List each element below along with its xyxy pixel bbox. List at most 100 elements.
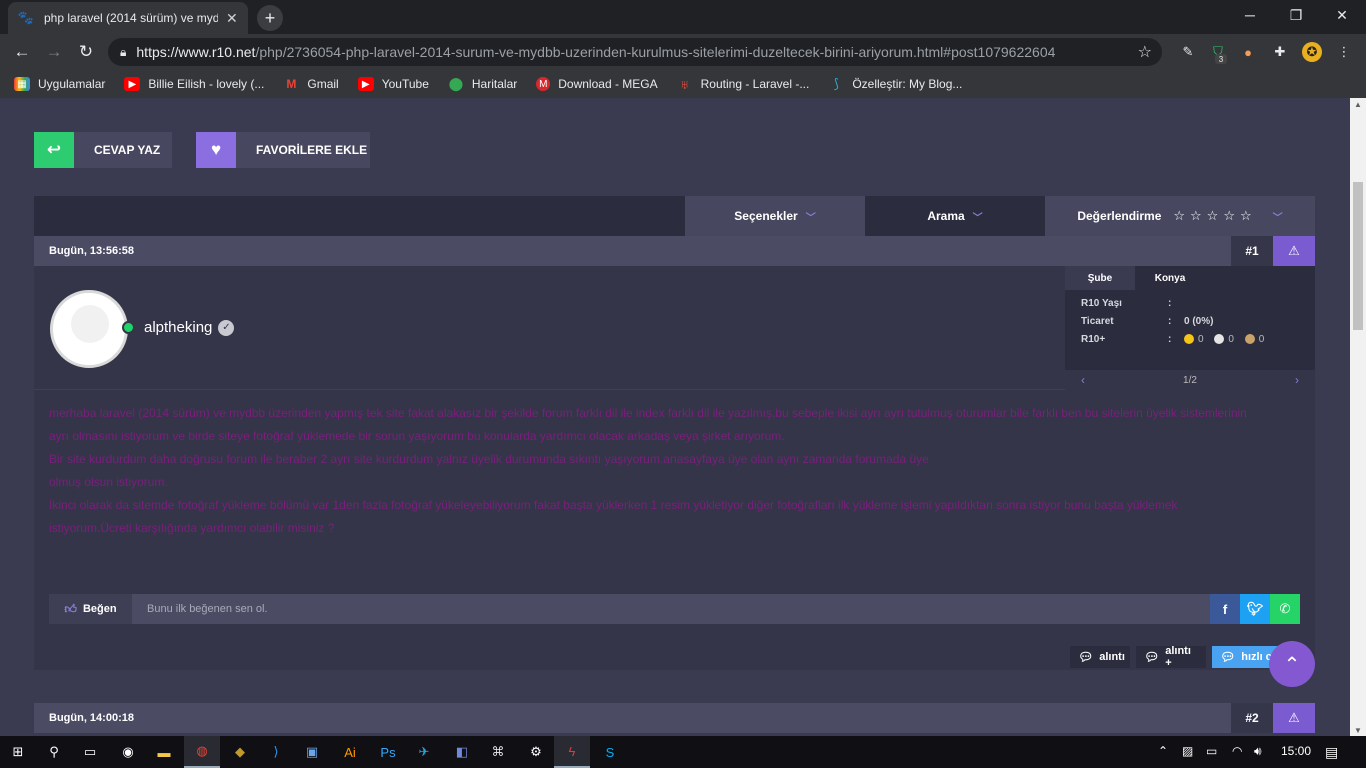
profile-avatar[interactable]: ✪ — [1302, 42, 1322, 62]
chevron-down-icon: ﹀ — [805, 212, 816, 224]
maps-icon: ⬤ — [448, 76, 464, 91]
tab-konya[interactable]: Konya — [1135, 266, 1205, 290]
clock-time[interactable]: 15:00 — [1281, 744, 1311, 758]
chevron-left-icon[interactable]: ‹ — [1081, 373, 1085, 387]
page-scrollbar[interactable]: ▲ ▼ — [1350, 98, 1366, 736]
post-actions-bar: 💬︎ alıntı 💬︎ alıntı + 💬︎ hızlı c — [34, 640, 1315, 672]
skype-icon[interactable]: S — [592, 736, 628, 768]
scroll-thumb[interactable] — [1353, 182, 1363, 330]
avatar[interactable] — [50, 290, 128, 368]
reply-button[interactable]: ↩ CEVAP YAZ — [34, 132, 172, 168]
bookmark-billie[interactable]: ▶ Billie Eilish - lovely (... — [124, 77, 264, 91]
like-button[interactable]: 👍︎ Beğen — [49, 594, 132, 624]
bookmark-apps[interactable]: ▦ Uygulamalar — [14, 77, 105, 91]
scroll-down-arrow-icon[interactable]: ▼ — [1350, 724, 1366, 736]
bookmark-gmail[interactable]: M Gmail — [283, 77, 338, 91]
bookmark-maps[interactable]: ⬤ Haritalar — [448, 76, 518, 91]
eyedropper-extension-icon[interactable]: ✎ — [1178, 42, 1198, 62]
chrome-icon[interactable]: ◍ — [184, 736, 220, 768]
close-window-button[interactable]: ✕ — [1320, 0, 1364, 30]
mega-icon: M — [536, 77, 551, 91]
rating-dropdown[interactable]: Değerlendirme ☆☆☆☆☆ ﹀ — [1045, 196, 1315, 236]
post-number-link[interactable]: #2 — [1231, 703, 1273, 733]
windows-start-icon[interactable]: ⊞ — [0, 736, 36, 768]
tab-close-icon[interactable]: ✕ — [226, 10, 238, 27]
illustrator-icon[interactable]: Ai — [332, 736, 368, 768]
settings-gear-icon[interactable]: ⚙ — [518, 736, 554, 768]
info-key: Ticaret — [1081, 316, 1114, 327]
back-arrow-icon[interactable]: ← — [8, 38, 36, 66]
forward-arrow-icon[interactable]: → — [40, 38, 68, 66]
scroll-up-arrow-icon[interactable]: ▲ — [1350, 98, 1366, 110]
tray-chevron-up-icon[interactable]: ⌃ — [1158, 744, 1168, 758]
gold-dot-icon — [1184, 334, 1194, 345]
bookmark-blog[interactable]: ⟆ Özelleştir: My Blog... — [828, 76, 963, 91]
verified-badge-icon: ✓ — [218, 319, 235, 336]
discord-icon[interactable]: ◧ — [444, 736, 480, 768]
windows-taskbar: ⊞ ⚲ ▭ ◉ ▬ ◍ ◆ ⟩ ▣ Ai Ps ✈ ◧ ⌘ ⚙ ϟ S ⌃ ▨ … — [0, 736, 1366, 768]
reload-icon[interactable]: ↻ — [72, 38, 100, 66]
bookmark-mega[interactable]: M Download - MEGA — [536, 77, 658, 91]
monitor-icon[interactable]: ▣ — [294, 736, 330, 768]
info-pager: ‹ 1/2 › — [1065, 370, 1315, 390]
options-dropdown[interactable]: Seçenekler ﹀ — [685, 196, 865, 236]
like-label: Beğen — [82, 603, 117, 615]
tray-app-icon[interactable]: ▨ — [1182, 744, 1193, 758]
bookmark-label: Billie Eilish - lovely (... — [148, 77, 265, 91]
battery-icon[interactable]: ▭ — [1206, 744, 1217, 758]
photoshop-icon[interactable]: Ps — [370, 736, 406, 768]
wifi-icon[interactable]: ◠ — [1232, 744, 1242, 758]
report-warning-icon[interactable]: ⚠ — [1273, 236, 1315, 266]
browser-tab[interactable]: 🐾 php laravel (2014 sürüm) ve mydb ✕ — [8, 2, 248, 34]
silver-count: 0 — [1228, 334, 1234, 345]
fox-extension-icon[interactable]: ● — [1238, 42, 1258, 62]
menu-dots-icon[interactable]: ⋮ — [1334, 42, 1354, 62]
minimize-button[interactable]: ─ — [1228, 0, 1272, 30]
telegram-icon[interactable]: ✈ — [406, 736, 442, 768]
site-favicon-icon: 🐾 — [17, 10, 35, 25]
twitter-share-icon[interactable]: 🐦︎ — [1240, 594, 1270, 624]
multiquote-button[interactable]: 💬︎ alıntı + — [1136, 645, 1206, 669]
like-bar: 👍︎ Beğen Bunu ilk beğenen sen ol. f 🐦︎ ✆ — [49, 594, 1300, 624]
report-warning-icon[interactable]: ⚠ — [1273, 703, 1315, 733]
puzzle-extensions-icon[interactable]: ✚ — [1270, 42, 1290, 62]
silver-dot-icon — [1214, 334, 1225, 345]
post-number-link[interactable]: #1 — [1231, 236, 1273, 266]
search-dropdown[interactable]: Arama ﹀ — [865, 196, 1045, 236]
bookmark-label: Routing - Laravel -... — [700, 77, 810, 91]
bookmark-youtube[interactable]: ▶ YouTube — [357, 77, 429, 91]
message-line: İkinci olarak da sitemde fotoğraf yüklem… — [49, 498, 1178, 512]
bookmark-laravel[interactable]: ♅ Routing - Laravel -... — [677, 77, 810, 92]
message-line: Bir site kurdurdum daha doğrusu forum il… — [49, 452, 929, 466]
url-host: https://www.r10.net — [136, 44, 256, 60]
chevron-right-icon[interactable]: › — [1295, 373, 1299, 387]
facebook-share-icon[interactable]: f — [1210, 594, 1240, 624]
address-bar[interactable]: 🔒︎ https://www.r10.net/php/2736054-php-l… — [108, 38, 1162, 66]
quote-label: alıntı — [1099, 651, 1125, 663]
maximize-button[interactable]: ❐ — [1274, 0, 1318, 30]
bookmark-star-icon[interactable]: ☆ — [1138, 42, 1152, 62]
message-line: olmuş olsun istiyorum. — [49, 475, 168, 489]
add-favorite-button[interactable]: ♥ FAVORİLERE EKLE — [196, 132, 370, 168]
vscode-icon[interactable]: ⟩ — [258, 736, 294, 768]
thumbs-up-icon: 👍︎ — [64, 601, 77, 616]
info-colon: : — [1168, 316, 1172, 327]
file-explorer-icon[interactable]: ▬ — [146, 736, 182, 768]
steam-icon[interactable]: ◉ — [110, 736, 146, 768]
post-header: Bugün, 14:00:18 #2 ⚠ — [34, 703, 1315, 733]
volume-icon[interactable]: 🔊︎ — [1254, 744, 1262, 759]
flash-app-icon[interactable]: ϟ — [554, 736, 590, 768]
user-info-panel: Şube Konya R10 Yaşı : Ticaret : 0 (0%) R… — [1065, 266, 1315, 390]
whatsapp-share-icon[interactable]: ✆ — [1270, 594, 1300, 624]
notification-icon[interactable]: ▤ — [1325, 744, 1338, 761]
rating-stars[interactable]: ☆☆☆☆☆ — [1173, 208, 1256, 224]
app-icon[interactable]: ⌘ — [480, 736, 516, 768]
scroll-to-top-button[interactable]: ⌃ — [1269, 641, 1315, 687]
new-tab-button[interactable]: + — [257, 5, 283, 31]
league-icon[interactable]: ◆ — [222, 736, 258, 768]
task-view-icon[interactable]: ▭ — [72, 736, 108, 768]
tab-sube[interactable]: Şube — [1065, 266, 1135, 290]
search-icon[interactable]: ⚲ — [36, 736, 72, 768]
quote-button[interactable]: 💬︎ alıntı — [1070, 646, 1130, 668]
post-author[interactable]: alptheking ✓ — [144, 319, 235, 336]
